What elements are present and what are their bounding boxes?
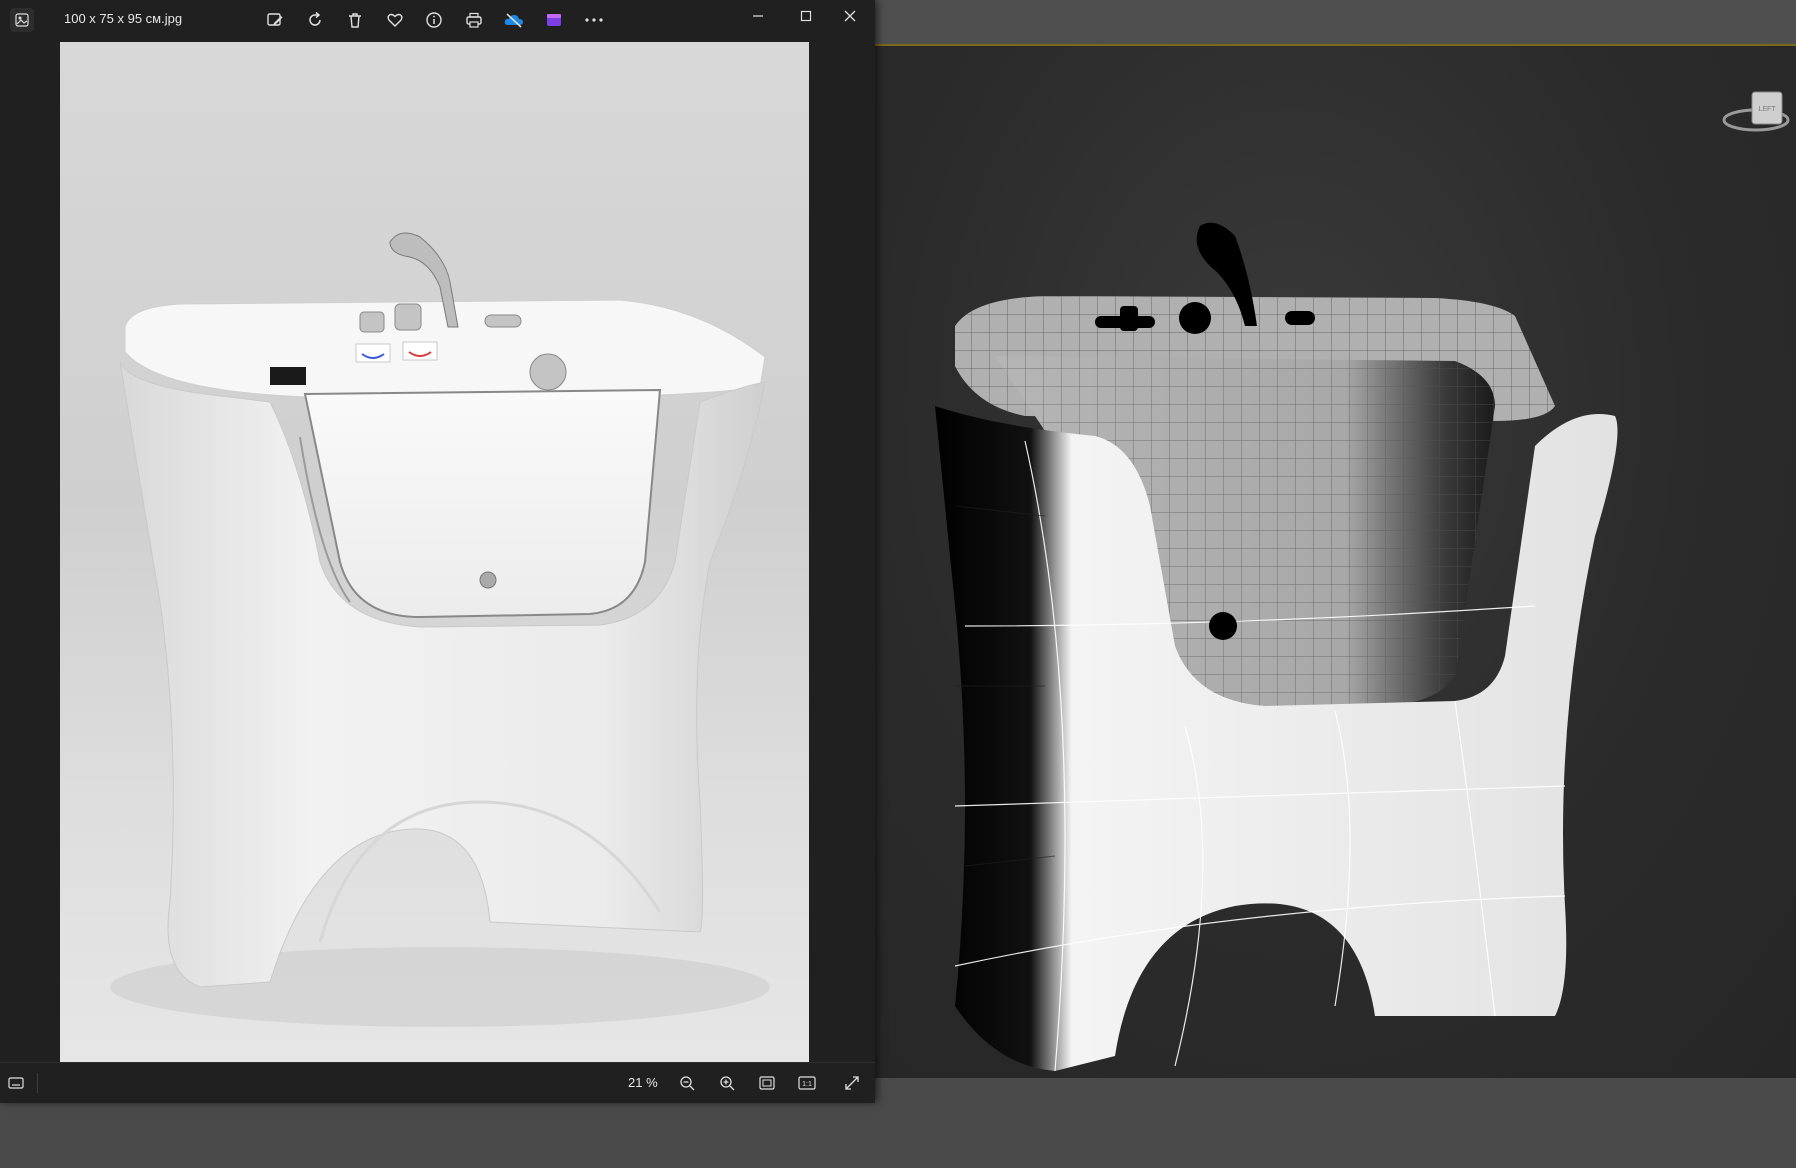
print-icon[interactable] — [460, 6, 488, 34]
minimize-icon[interactable] — [738, 0, 778, 32]
title-bar: 100 x 75 x 95 см.jpg — [0, 0, 875, 40]
3d-viewport[interactable]: LEFT — [875, 46, 1796, 1078]
actual-size-label: 1:1 — [802, 1081, 812, 1088]
status-bar: 21 % 1:1 — [0, 1062, 875, 1103]
zoom-out-icon[interactable] — [673, 1069, 701, 1097]
status-separator — [37, 1073, 38, 1093]
fit-window-icon[interactable] — [753, 1069, 781, 1097]
filmstrip-icon[interactable] — [2, 1069, 30, 1097]
zoom-in-icon[interactable] — [713, 1069, 741, 1097]
bathtub-3d-model[interactable] — [935, 206, 1655, 1078]
file-name: 100 x 75 x 95 см.jpg — [64, 11, 183, 26]
photos-app-icon — [10, 8, 34, 32]
view-cube[interactable]: LEFT — [1720, 84, 1790, 144]
image-canvas[interactable] — [0, 40, 875, 1062]
bathtub-photo — [60, 42, 809, 1062]
zoom-level: 21 % — [628, 1075, 658, 1090]
rotate-icon[interactable] — [301, 6, 329, 34]
close-icon[interactable] — [830, 0, 870, 32]
edit-image-icon[interactable] — [261, 6, 289, 34]
viewport-footer — [875, 1078, 1796, 1168]
more-icon[interactable] — [580, 6, 608, 34]
photos-viewer-window: 100 x 75 x 95 см.jpg 21 % 1:1 — [0, 0, 875, 1103]
full-screen-icon[interactable] — [838, 1069, 866, 1097]
actual-size-icon[interactable]: 1:1 — [793, 1069, 821, 1097]
viewport-header — [875, 0, 1796, 46]
delete-icon[interactable] — [341, 6, 369, 34]
clipchamp-icon[interactable] — [540, 6, 568, 34]
favorite-icon[interactable] — [381, 6, 409, 34]
onedrive-icon[interactable] — [500, 6, 528, 34]
view-cube-label: LEFT — [1758, 106, 1776, 113]
info-icon[interactable] — [420, 6, 448, 34]
maximize-icon[interactable] — [786, 0, 826, 32]
